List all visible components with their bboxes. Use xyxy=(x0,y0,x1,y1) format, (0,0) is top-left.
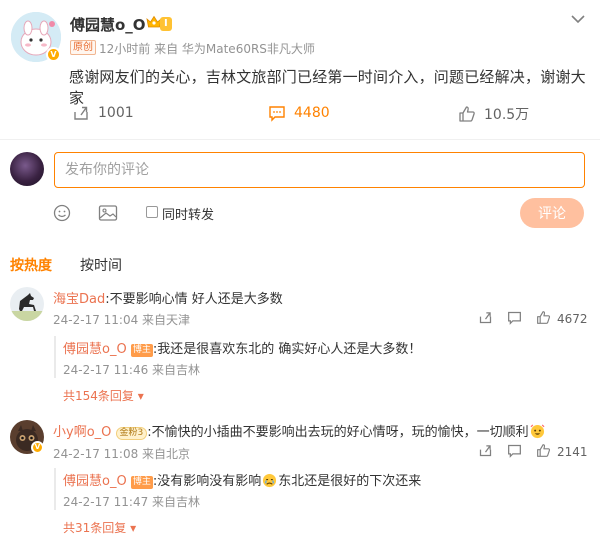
reply-username[interactable]: 傅园慧o_O xyxy=(63,474,127,489)
comment-meta: 24-2-17 11:04 来自天津 xyxy=(53,313,191,327)
repost-checkbox[interactable] xyxy=(146,206,158,218)
share-icon[interactable] xyxy=(478,310,493,328)
post-meta: 12小时前 来自 华为Mate60RS非凡大师 xyxy=(99,42,315,56)
image-icon[interactable] xyxy=(98,204,118,226)
comment-like-count: 2141 xyxy=(557,445,588,459)
reply-meta: 24-2-17 11:46 来自吉林 xyxy=(63,363,201,377)
comment-icon xyxy=(268,104,286,122)
more-replies-label: 共154条回复 xyxy=(63,389,134,403)
reply-icon[interactable] xyxy=(507,310,522,328)
author-tag: 博主 xyxy=(130,344,153,357)
reply-text: 傅园慧o_O 博主:我还是很喜欢东北的 确实好心人还是大多数！ xyxy=(63,338,421,357)
repost-button[interactable]: 1001 xyxy=(72,104,134,122)
author-tag: 博主 xyxy=(130,476,153,489)
tab-sort-hot[interactable]: 按热度 xyxy=(10,255,52,275)
crying-emoji-icon xyxy=(262,473,277,492)
repost-checkbox-label[interactable]: 同时转发 xyxy=(162,204,214,223)
comment-actions: 4672 xyxy=(478,310,588,328)
comment-count: 4480 xyxy=(294,105,330,121)
submit-comment-button[interactable]: 评论 xyxy=(520,198,584,228)
fan-badge: 金粉3 xyxy=(115,427,148,440)
original-tag: 原创 xyxy=(70,40,96,55)
more-replies-label: 共31条回复 xyxy=(63,521,127,535)
repost-count: 1001 xyxy=(98,105,134,121)
reply-text: 傅园慧o_O 博主:没有影响没有影响 东北还是很好的下次还来 xyxy=(63,470,421,492)
tab-sort-time[interactable]: 按时间 xyxy=(80,255,122,275)
cheer-emoji-icon xyxy=(530,424,545,443)
level-badge: Ⅰ xyxy=(160,17,172,31)
thumbs-up-icon xyxy=(458,105,476,123)
caret-down-icon: ▾ xyxy=(126,521,137,535)
reply-body: :我还是很喜欢东北的 确实好心人还是大多数！ xyxy=(152,342,422,357)
comment-text: 海宝Dad:不要影响心情 好人还是大多数 xyxy=(53,288,283,307)
commenter-avatar[interactable] xyxy=(10,287,44,321)
reply-meta: 24-2-17 11:47 来自吉林 xyxy=(63,495,201,509)
current-user-avatar[interactable] xyxy=(10,152,44,186)
thumbs-up-icon xyxy=(536,443,551,461)
comment-meta: 24-2-17 11:08 来自北京 xyxy=(53,447,191,461)
like-count: 10.5万 xyxy=(484,107,530,123)
like-button[interactable]: 10.5万 xyxy=(458,104,529,124)
comment-like-button[interactable]: 4672 xyxy=(536,310,588,328)
repost-icon xyxy=(72,104,90,122)
reply-username[interactable]: 傅园慧o_O xyxy=(63,342,127,357)
comment-actions: 2141 xyxy=(478,443,588,461)
comment-input[interactable] xyxy=(54,152,585,188)
verified-icon: V xyxy=(46,47,61,62)
more-replies-link[interactable]: 共31条回复 ▾ xyxy=(63,519,136,536)
comment-like-button[interactable]: 2141 xyxy=(536,443,588,461)
reply-indicator xyxy=(54,468,56,510)
caret-down-icon: ▾ xyxy=(133,389,144,403)
comment-body: :不愉快的小插曲不要影响出去玩的好心情呀，玩的愉快，一切顺利 xyxy=(147,425,529,440)
chevron-down-icon[interactable] xyxy=(570,10,586,24)
comment-text: 小y啊o_O 金粉3:不愉快的小插曲不要影响出去玩的好心情呀，玩的愉快，一切顺利 xyxy=(53,421,545,443)
comment-button[interactable]: 4480 xyxy=(268,104,330,122)
thumbs-up-icon xyxy=(536,310,551,328)
emoji-icon[interactable] xyxy=(53,204,71,226)
comment-like-count: 4672 xyxy=(557,312,588,326)
reply-body: :没有影响没有影响 xyxy=(152,474,262,489)
reply-body-continued: 东北还是很好的下次还来 xyxy=(278,474,422,489)
post-text: 感谢网友们的关心，吉林文旅部门已经第一时间介入，问题已经解决，谢谢大家 xyxy=(69,68,586,107)
more-replies-link[interactable]: 共154条回复 ▾ xyxy=(63,387,144,404)
divider xyxy=(0,139,600,140)
reply-indicator xyxy=(54,336,56,378)
author-name[interactable]: 傅园慧o_O xyxy=(70,14,146,35)
comment-username[interactable]: 海宝Dad xyxy=(53,292,105,307)
comment-body: :不要影响心情 好人还是大多数 xyxy=(105,292,283,307)
reply-icon[interactable] xyxy=(507,443,522,461)
share-icon[interactable] xyxy=(478,443,493,461)
verified-icon: V xyxy=(31,441,44,454)
comment-username[interactable]: 小y啊o_O xyxy=(53,425,111,440)
